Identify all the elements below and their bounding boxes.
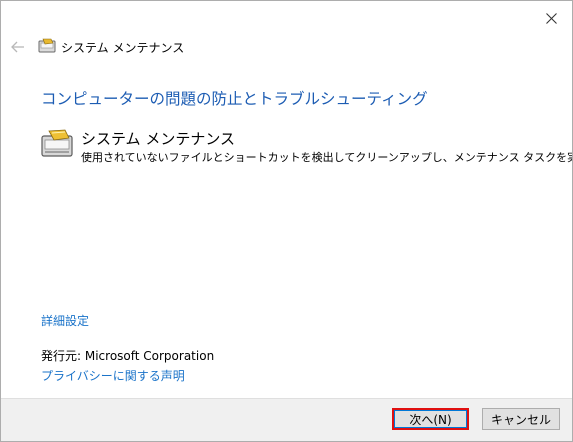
task-description: 使用されていないファイルとショートカットを検出してクリーンアップし、メンテナンス… bbox=[81, 151, 573, 164]
next-button[interactable]: 次へ(N) bbox=[392, 408, 469, 430]
back-arrow-icon bbox=[11, 41, 24, 53]
window-title: システム メンテナンス bbox=[61, 41, 185, 55]
troubleshooter-window: システム メンテナンス コンピューターの問題の防止とトラブルシューティング シス… bbox=[0, 0, 573, 442]
button-bar: 次へ(N) キャンセル bbox=[1, 398, 572, 441]
cancel-button[interactable]: キャンセル bbox=[482, 408, 560, 430]
system-maintenance-large-icon bbox=[41, 129, 73, 157]
back-button[interactable] bbox=[9, 38, 27, 56]
system-maintenance-icon bbox=[38, 38, 56, 53]
privacy-statement-link[interactable]: プライバシーに関する声明 bbox=[41, 367, 185, 384]
close-icon bbox=[545, 12, 557, 24]
page-heading: コンピューターの問題の防止とトラブルシューティング bbox=[41, 90, 428, 108]
close-button[interactable] bbox=[540, 7, 562, 29]
publisher-label: 発行元: Microsoft Corporation bbox=[41, 349, 215, 363]
task-title: システム メンテナンス bbox=[81, 130, 236, 148]
advanced-settings-link[interactable]: 詳細設定 bbox=[41, 312, 89, 329]
